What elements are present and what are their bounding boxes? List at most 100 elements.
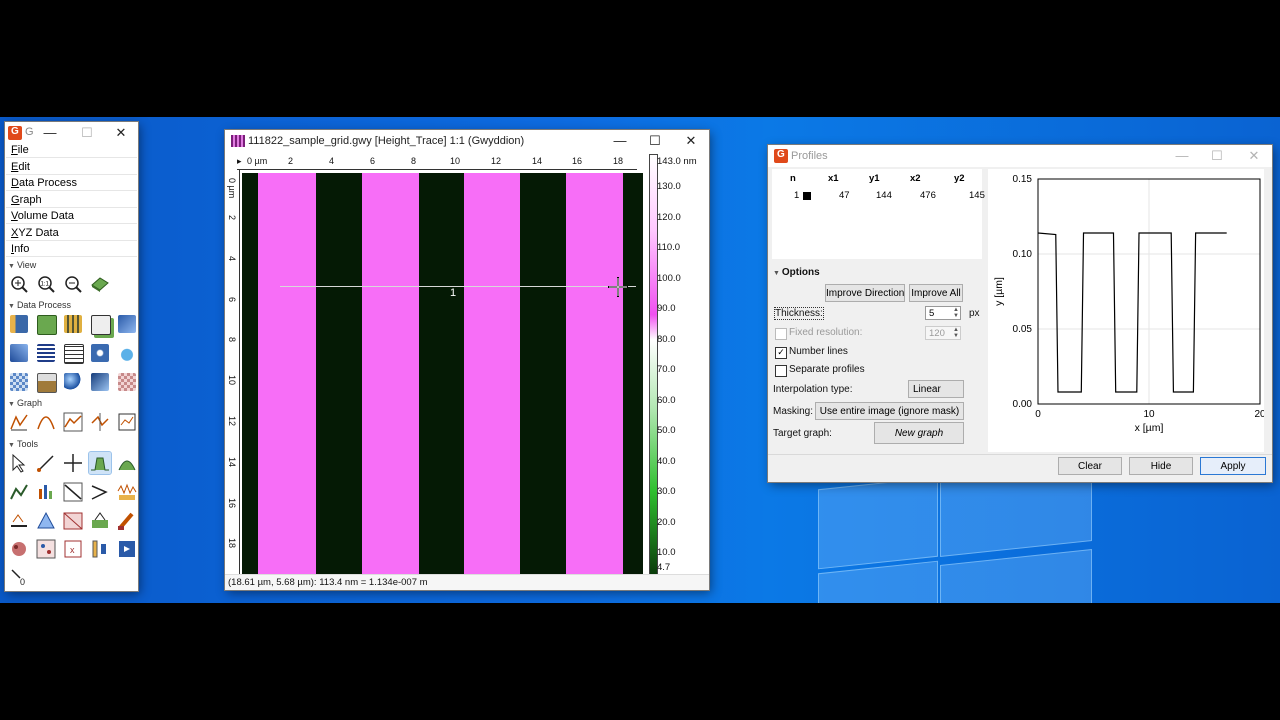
ruler-h-tick: 8 <box>411 156 417 166</box>
graph-edit-icon[interactable] <box>89 411 111 433</box>
profiles-titlebar[interactable]: Profiles — ☐ ✕ <box>768 145 1272 167</box>
ruler-v-tick: 18 <box>227 538 237 549</box>
image-titlebar[interactable]: 111822_sample_grid.gwy [Height_Trace] 1:… <box>225 130 709 152</box>
close-button[interactable]: ✕ <box>1244 147 1264 165</box>
level-tool-icon[interactable] <box>8 510 30 532</box>
fixed-resolution-checkbox[interactable] <box>775 328 787 340</box>
interpolation-select[interactable]: Linear <box>908 380 964 398</box>
grain-remove-icon[interactable] <box>8 538 30 560</box>
x-axis-label: x [µm] <box>1135 422 1164 434</box>
text-lines-icon[interactable] <box>62 342 84 364</box>
apply-button[interactable]: Apply <box>1200 457 1266 475</box>
menu-file[interactable]: File <box>6 142 137 158</box>
section-tools-label[interactable]: ▼ Tools <box>8 439 38 449</box>
level-plane-icon[interactable] <box>35 313 57 335</box>
fixed-resolution-spinner[interactable]: 120 ▲ ▼ <box>925 326 961 340</box>
graph-fit-icon[interactable] <box>62 411 84 433</box>
stats-tool-icon[interactable] <box>35 481 57 503</box>
thickness-label: Thickness: <box>774 307 824 320</box>
image-stripe <box>362 173 419 575</box>
remove-spots-icon[interactable] <box>62 510 84 532</box>
col-x1: x1 <box>828 173 839 184</box>
maximize-button[interactable]: ☐ <box>77 124 97 142</box>
hide-button[interactable]: Hide <box>1129 457 1193 475</box>
main-titlebar[interactable]: G — ☐ ✕ <box>5 122 138 144</box>
x-tick-label: 0 <box>1035 409 1041 420</box>
menu-xyz-data[interactable]: XYZ Data <box>6 225 137 241</box>
section-graph-label[interactable]: ▼ Graph <box>8 398 42 408</box>
zoom-out-icon[interactable] <box>62 273 84 295</box>
fft-icon[interactable] <box>116 313 138 335</box>
color-range-icon[interactable] <box>116 510 138 532</box>
zoom-in-icon[interactable] <box>8 273 30 295</box>
profile-line-1[interactable] <box>280 286 636 287</box>
maximize-button[interactable]: ☐ <box>645 132 665 150</box>
filter-tool-icon[interactable] <box>89 538 111 560</box>
graph-peak-icon[interactable] <box>35 411 57 433</box>
duplicate-icon[interactable] <box>89 313 111 335</box>
path-level-icon[interactable] <box>89 481 111 503</box>
options-expander[interactable]: ▼ Options <box>773 267 820 278</box>
menu-data-process[interactable]: Data Process <box>6 175 137 191</box>
histogram-icon[interactable] <box>35 371 57 393</box>
remove-grains-icon[interactable]: x <box>62 538 84 560</box>
target-graph-select[interactable]: New graph <box>874 422 964 444</box>
section-view-label[interactable]: ▼ View <box>8 260 36 270</box>
profile-tool-icon[interactable] <box>88 451 112 475</box>
thickness-spinner[interactable]: 5 ▲ ▼ <box>925 306 961 320</box>
zoom-1-1-icon[interactable]: 1:1 <box>35 273 57 295</box>
ruler-h-tick: 14 <box>532 156 543 166</box>
gradient-icon[interactable] <box>89 371 111 393</box>
colorbar-label: 20.0 <box>657 517 676 528</box>
noise-icon[interactable] <box>8 371 30 393</box>
profiles-tool-window: Profiles — ☐ ✕ n x1 y1 x2 y2 1 47 144 47… <box>768 145 1272 482</box>
number-lines-checkbox[interactable]: ✓ <box>775 347 787 359</box>
crop-icon[interactable] <box>8 313 30 335</box>
improve-all-button[interactable]: Improve All <box>909 284 963 302</box>
slope-tool-icon[interactable] <box>62 481 84 503</box>
cross-tool-icon[interactable] <box>62 452 84 474</box>
col-y1: y1 <box>869 173 880 184</box>
radial-profile-icon[interactable] <box>116 452 138 474</box>
pointer-tool-icon[interactable] <box>8 452 30 474</box>
graph-function-icon[interactable] <box>8 411 30 433</box>
close-button[interactable]: ✕ <box>681 132 701 150</box>
clear-button[interactable]: Clear <box>1058 457 1122 475</box>
grains-icon[interactable] <box>89 342 111 364</box>
minimize-button[interactable]: — <box>610 132 630 150</box>
colorbar-label: 10.0 <box>657 547 676 558</box>
menu-edit[interactable]: Edit <box>6 159 137 175</box>
colorbar-label: 80.0 <box>657 334 676 345</box>
masking-select[interactable]: Use entire image (ignore mask) <box>815 402 964 420</box>
roughness-tool-icon[interactable] <box>116 481 138 503</box>
maximize-button[interactable]: ☐ <box>1207 147 1227 165</box>
3d-view-icon[interactable] <box>89 273 111 295</box>
menu-volume-data[interactable]: Volume Data <box>6 208 137 224</box>
spectro-tool-icon[interactable] <box>8 481 30 503</box>
selection-manager-icon[interactable] <box>116 538 138 560</box>
xy-tool-icon[interactable]: 0 <box>8 566 30 588</box>
polynom-tool-icon[interactable] <box>35 510 57 532</box>
improve-direction-button[interactable]: Improve Direction <box>825 284 905 302</box>
mask-editor-icon[interactable] <box>89 510 111 532</box>
rotate-icon[interactable] <box>8 342 30 364</box>
fix-zero-icon[interactable] <box>62 313 84 335</box>
minimize-button[interactable]: — <box>1172 147 1192 165</box>
graph-export-icon[interactable] <box>116 411 138 433</box>
profile-graph[interactable]: 0 10 20 0.00 0.05 0.10 0.15 x [µm] y [µm] <box>988 169 1266 452</box>
scan-lines-icon[interactable] <box>35 342 57 364</box>
sphere-icon[interactable] <box>62 371 84 393</box>
grain-measure-icon[interactable] <box>35 538 57 560</box>
mask-icon[interactable] <box>116 371 138 393</box>
menu-graph[interactable]: Graph <box>6 192 137 208</box>
gwyddion-app-icon <box>8 126 22 140</box>
drop-icon[interactable] <box>116 342 138 364</box>
section-data-process-label[interactable]: ▼ Data Process <box>8 300 71 310</box>
close-button[interactable]: ✕ <box>111 124 131 142</box>
table-row[interactable]: 1 47 144 476 145 <box>772 189 985 203</box>
separate-profiles-checkbox[interactable] <box>775 365 787 377</box>
minimize-button[interactable]: — <box>40 124 60 142</box>
height-image-canvas[interactable]: 1 <box>242 173 643 575</box>
distance-tool-icon[interactable] <box>35 452 57 474</box>
menu-info[interactable]: Info <box>6 241 137 257</box>
